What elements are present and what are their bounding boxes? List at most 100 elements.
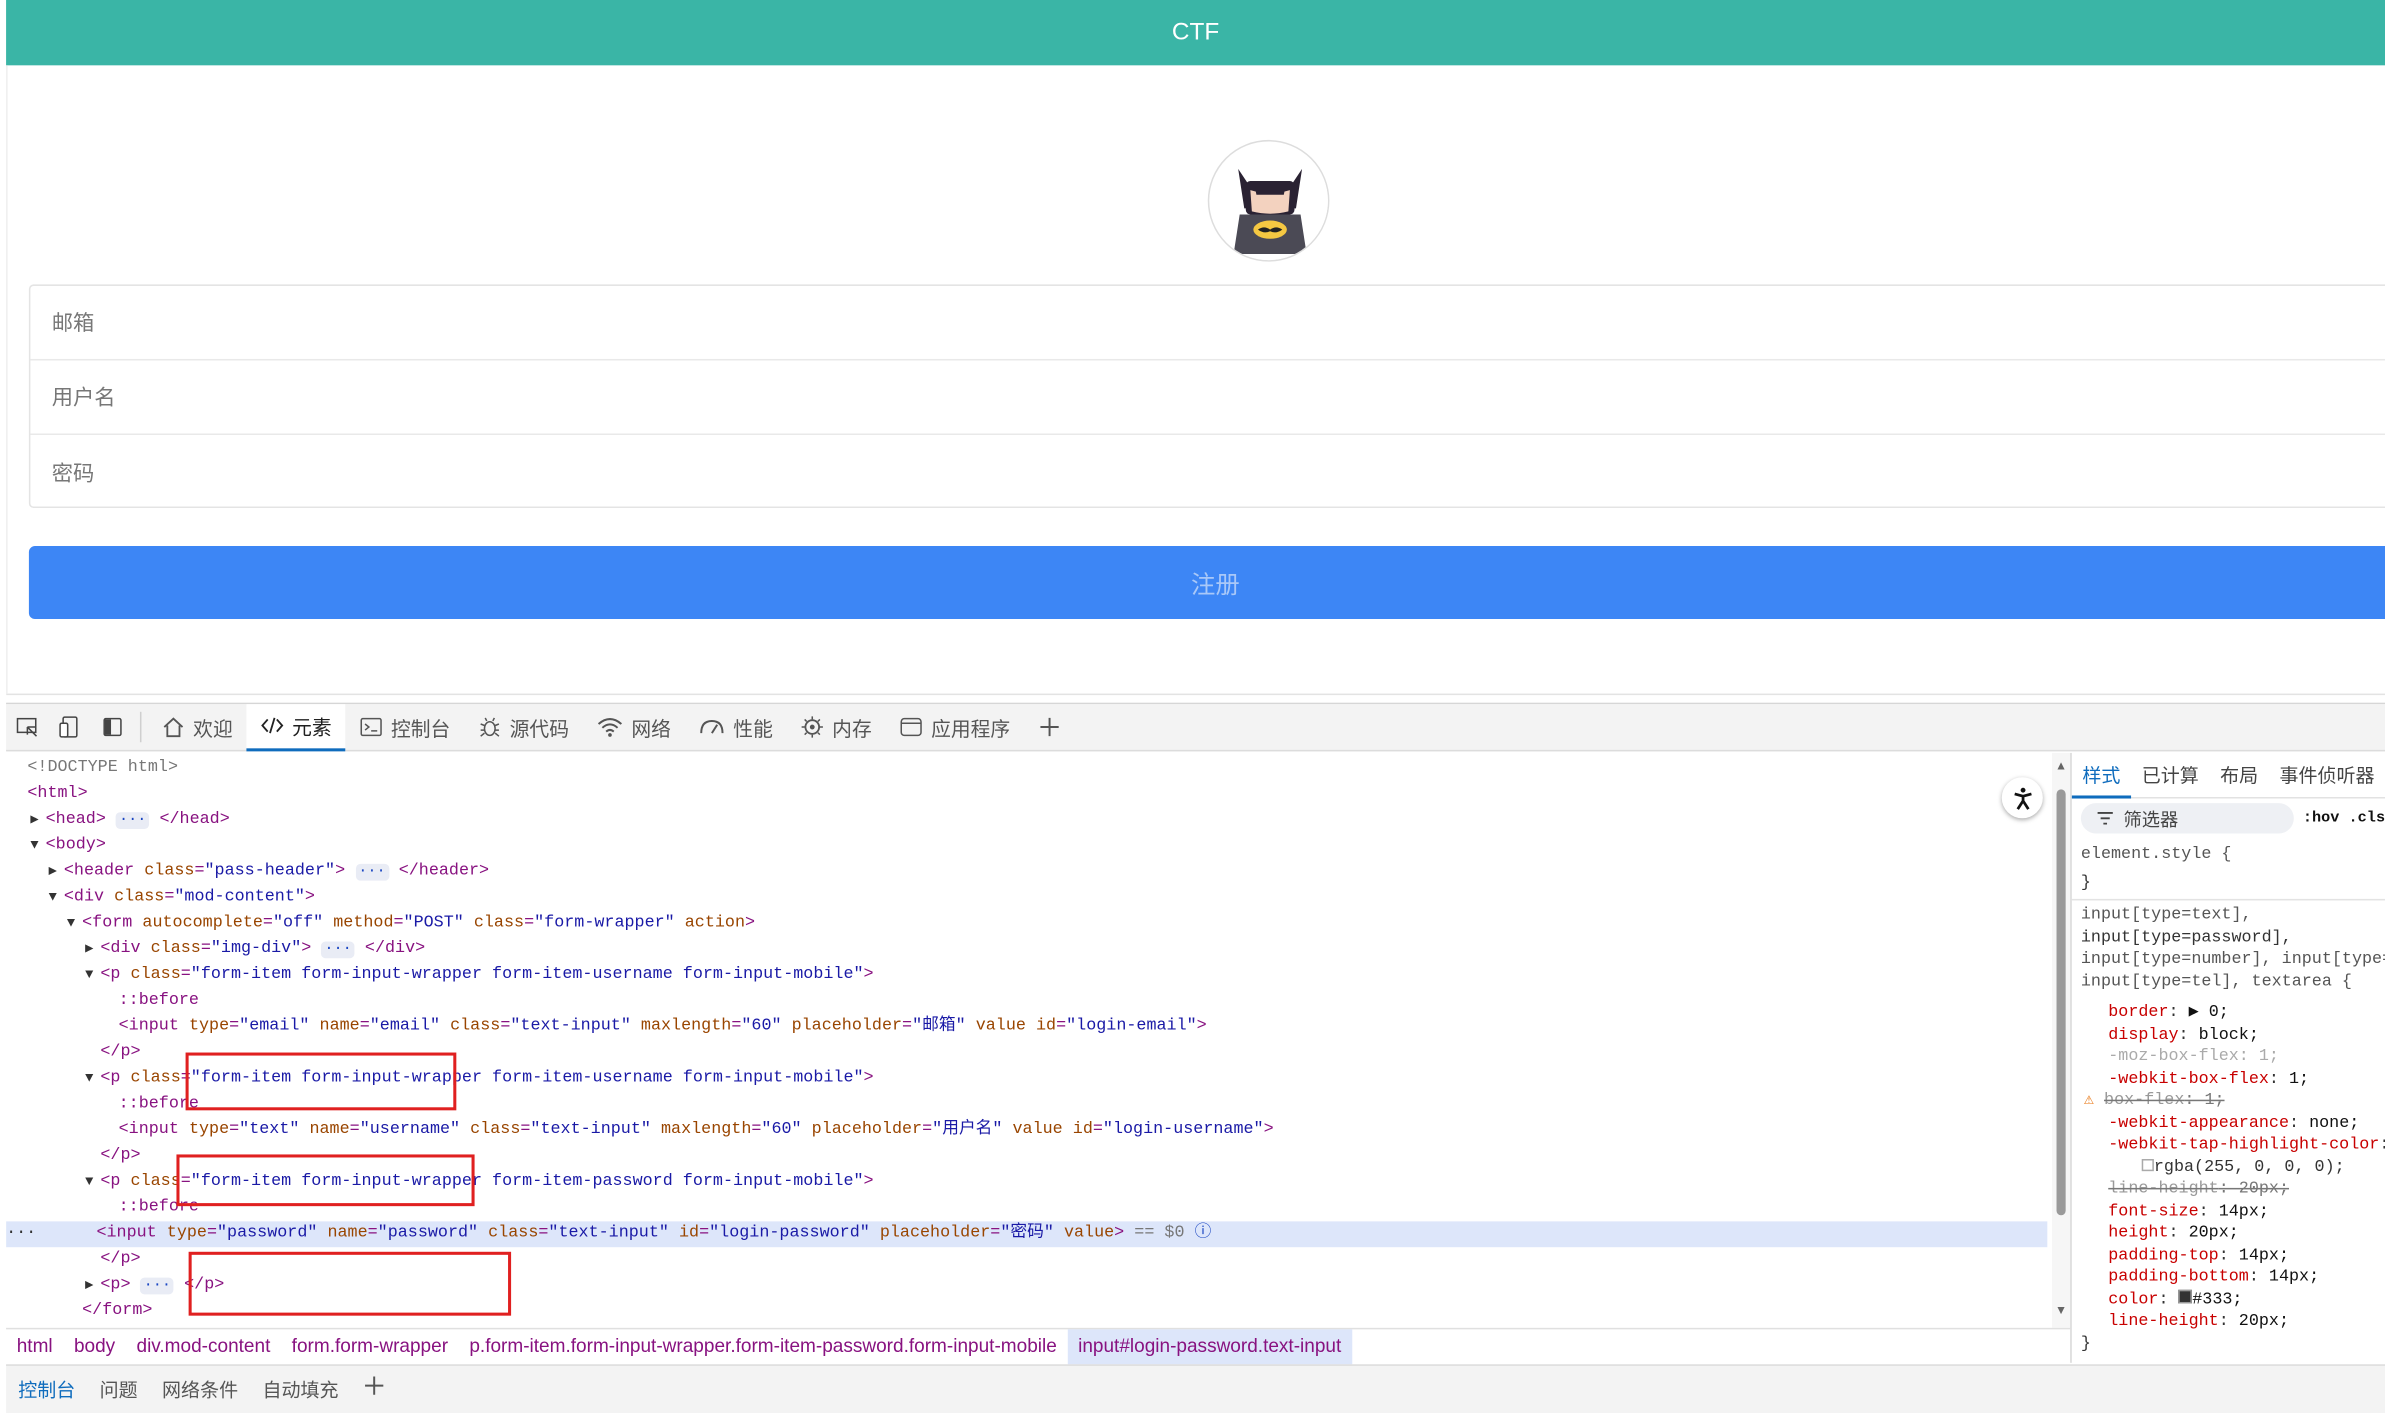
dom-line[interactable]: <!DOCTYPE html> (27, 756, 2047, 782)
code-icon (261, 717, 284, 734)
styles-filter-input[interactable]: 筛选器 (2080, 803, 2294, 834)
tab-computed[interactable]: 已计算 (2131, 753, 2209, 798)
devtools-panel: 欢迎 元素 控制台 源代码 网络 性能 内存 应用程序 <!DOCTYPE ht… (6, 702, 2385, 1413)
tab-event-listeners[interactable]: 事件侦听器 (2269, 753, 2385, 798)
wifi-icon (598, 718, 623, 737)
style-decl[interactable]: ⚠ box-flex: 1; (2084, 1091, 2225, 1113)
home-icon (163, 717, 184, 738)
breadcrumb-item-active[interactable]: input#login-password.text-input (1067, 1328, 1352, 1364)
style-rule-line[interactable]: input[type=text], (2081, 905, 2252, 927)
style-decl[interactable]: padding-bottom: 14px; (2108, 1267, 2319, 1289)
filter-icon (2097, 812, 2113, 825)
bug-icon (480, 717, 500, 737)
email-row (30, 286, 2385, 361)
tab-elements[interactable]: 元素 (246, 703, 346, 751)
add-tool-button[interactable] (1024, 703, 1076, 750)
drawer-tab-console[interactable]: 控制台 (6, 1365, 88, 1413)
drawer-add-button[interactable] (351, 1365, 397, 1413)
dom-line[interactable]: ▼ <form autocomplete="off" method="POST" … (67, 911, 2047, 937)
dom-line[interactable]: <html> (27, 782, 2047, 808)
dom-line[interactable]: ▼ <p class="form-item form-input-wrapper … (85, 963, 2047, 989)
styles-pane: 样式 已计算 布局 事件侦听器 筛选器 :hov .cls element.st… (2070, 752, 2385, 1363)
style-rule-line[interactable]: input[type=tel], textarea { (2081, 971, 2352, 993)
style-decl[interactable]: line-height: 20px; (2108, 1179, 2289, 1201)
tab-sources[interactable]: 源代码 (464, 703, 583, 750)
dom-line[interactable]: ▼ <div class="mod-content"> (49, 885, 2048, 911)
dom-line[interactable]: ▶ <header class="pass-header"> ··· </head… (49, 859, 2048, 885)
devtools-toolbar: 欢迎 元素 控制台 源代码 网络 性能 内存 应用程序 (6, 703, 2385, 752)
tab-styles[interactable]: 样式 (2071, 753, 2132, 798)
style-decl[interactable]: height: 20px; (2108, 1223, 2239, 1245)
breadcrumb: html body div.mod-content form.form-wrap… (6, 1327, 2071, 1364)
password-field[interactable] (51, 460, 965, 485)
dom-line[interactable]: <input type="email" name="email" class="… (119, 1015, 2048, 1041)
sidebar-toggle-icon[interactable] (91, 703, 134, 750)
style-rules: element.style { } input[type=text], inpu… (2071, 838, 2385, 1363)
dom-scrollbar[interactable]: ▲ ▼ (2051, 752, 2071, 1328)
username-field[interactable] (51, 384, 965, 410)
style-decl[interactable]: -webkit-tap-highlight-color: (2108, 1135, 2385, 1157)
style-decl[interactable]: -webkit-appearance: none; (2108, 1113, 2359, 1135)
style-decl[interactable]: rgba(255, 0, 0, 0); (2141, 1157, 2345, 1179)
breadcrumb-item[interactable]: body (63, 1329, 126, 1364)
hov-toggle[interactable]: :hov .cls (2303, 810, 2385, 827)
drawer-tab-network-conditions[interactable]: 网络条件 (150, 1365, 250, 1413)
register-button[interactable]: 注册 (28, 546, 2385, 620)
style-rule-line[interactable]: input[type=password], (2081, 927, 2292, 949)
style-rule-line: } (2080, 1334, 2091, 1353)
password-row (30, 435, 2385, 510)
plus-icon (364, 1375, 383, 1394)
drawer-toolbar: 控制台 问题 网络条件 自动填充 (6, 1364, 2385, 1413)
tab-memory[interactable]: 内存 (787, 703, 886, 750)
style-decl[interactable]: font-size: 14px; (2108, 1201, 2269, 1223)
page-header: CTF (6, 0, 2385, 66)
drawer-tab-issues[interactable]: 问题 (87, 1365, 149, 1413)
chip-icon (801, 716, 824, 738)
style-rule-line[interactable]: element.style { (2081, 844, 2232, 866)
tab-console[interactable]: 控制台 (345, 703, 464, 750)
plus-icon (1040, 717, 1059, 737)
red-highlight-email (185, 1052, 457, 1111)
batman-avatar-icon (1210, 142, 1328, 261)
tab-welcome[interactable]: 欢迎 (148, 703, 247, 750)
username-row (30, 360, 2385, 436)
styles-tabs: 样式 已计算 布局 事件侦听器 (2071, 753, 2385, 799)
breadcrumb-item[interactable]: html (6, 1329, 63, 1364)
red-highlight-password (188, 1251, 512, 1316)
breadcrumb-item[interactable]: p.form-item.form-input-wrapper.form-item… (459, 1329, 1068, 1364)
tab-layout[interactable]: 布局 (2209, 753, 2268, 798)
email-field[interactable] (51, 310, 965, 335)
style-decl[interactable]: border: ▶ 0; (2108, 1002, 2229, 1024)
style-decl[interactable]: color: #333; (2108, 1289, 2242, 1311)
inspect-element-icon[interactable] (6, 703, 49, 750)
tab-performance[interactable]: 性能 (685, 703, 787, 750)
red-highlight-username (176, 1154, 475, 1207)
style-decl[interactable]: display: block; (2108, 1024, 2259, 1046)
tab-application[interactable]: 应用程序 (885, 703, 1023, 750)
breadcrumb-item[interactable]: div.mod-content (126, 1329, 281, 1364)
style-rule-line: } (2080, 874, 2091, 893)
accessibility-icon[interactable] (2001, 777, 2043, 819)
style-rule-line[interactable]: input[type=number], input[type=email], (2081, 949, 2385, 971)
style-decl[interactable]: -webkit-box-flex: 1; (2108, 1069, 2309, 1091)
breadcrumb-item[interactable]: form.form-wrapper (281, 1329, 459, 1364)
device-emulation-icon[interactable] (49, 703, 92, 750)
style-decl[interactable]: -moz-box-flex: 1; (2108, 1046, 2279, 1068)
style-decl[interactable]: padding-top: 14px; (2108, 1245, 2289, 1267)
toolbar-divider (139, 711, 142, 743)
dom-line[interactable]: ▶ <div class="img-div"> ··· </div> (85, 937, 2047, 963)
drawer-tab-autofill[interactable]: 自动填充 (250, 1365, 350, 1413)
dom-line[interactable]: ▼ <body> (30, 834, 2047, 860)
app-icon (900, 717, 922, 737)
dom-line[interactable]: <input type="text" name="username" class… (119, 1118, 2048, 1144)
dom-line[interactable]: ::before (119, 989, 2048, 1015)
scroll-thumb[interactable] (2056, 789, 2066, 1216)
tab-network[interactable]: 网络 (583, 703, 685, 750)
gauge-icon (700, 719, 724, 734)
style-decl[interactable]: line-height: 20px; (2108, 1311, 2289, 1333)
dom-tree: <!DOCTYPE html> <html> ▶ <head> ··· </hea… (6, 753, 2048, 1328)
dom-line-selected[interactable]: ··· <input type="password" name="passwor… (6, 1221, 2048, 1248)
console-icon (360, 717, 382, 737)
dom-line[interactable]: ▶ <head> ··· </head> (30, 808, 2047, 834)
avatar (1207, 139, 1330, 262)
